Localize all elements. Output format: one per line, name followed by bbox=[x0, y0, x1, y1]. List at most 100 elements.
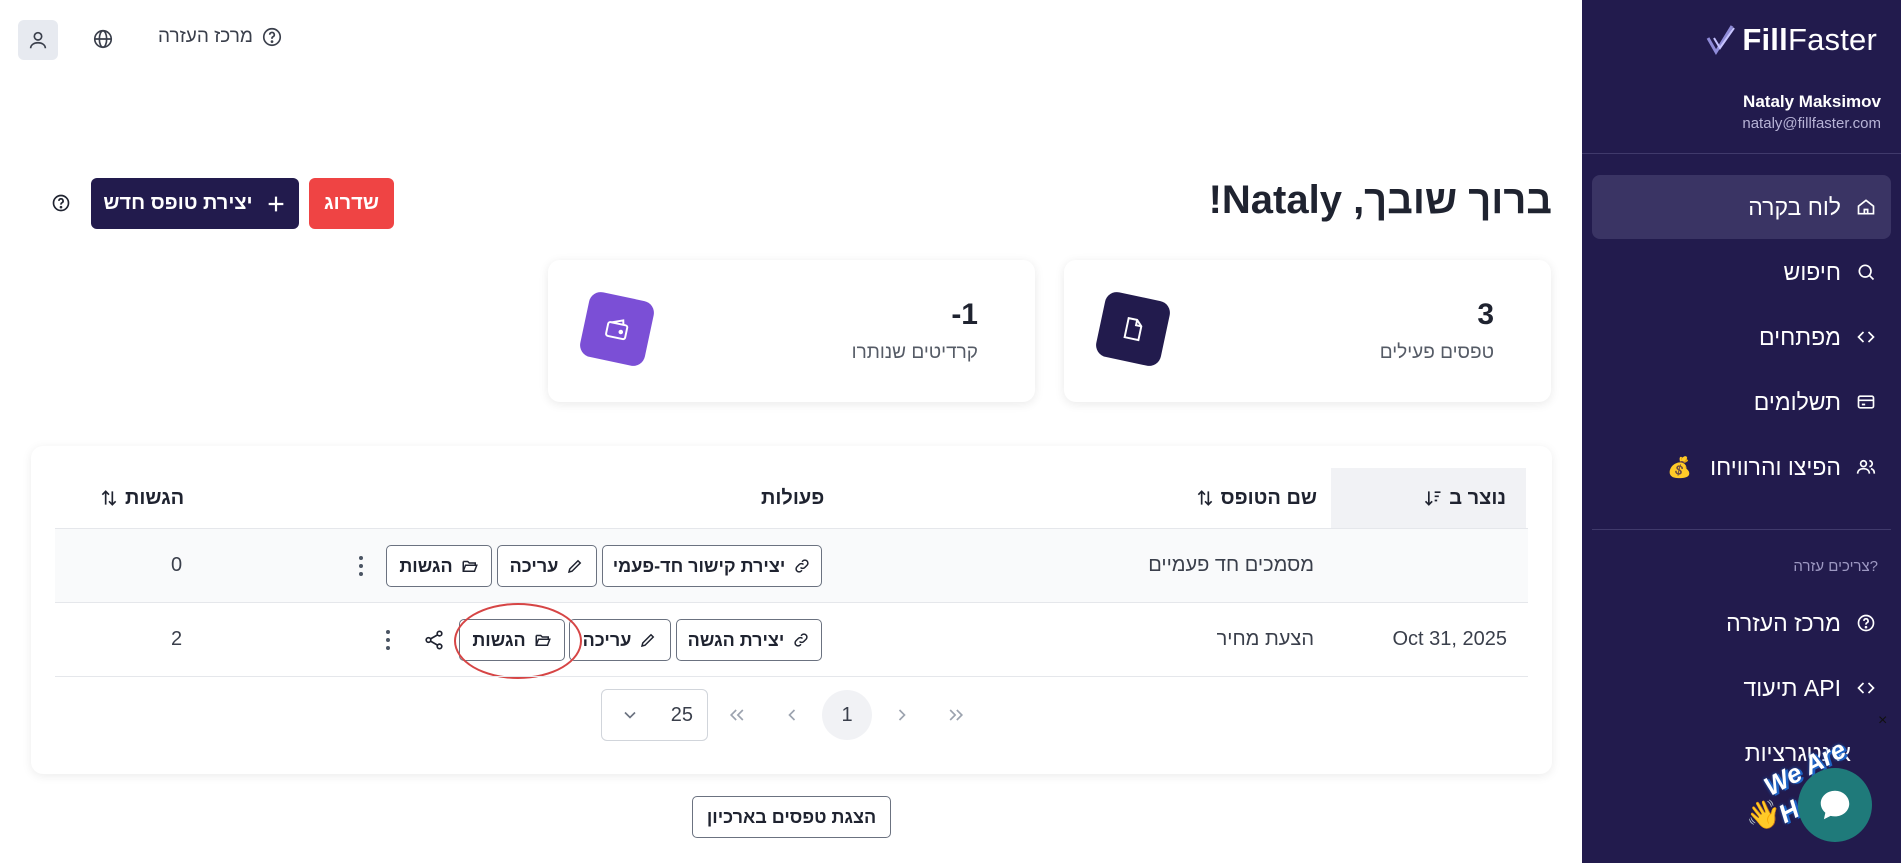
button-label: יצירת קישור חד-פעמי bbox=[612, 555, 786, 576]
create-form-button[interactable]: יצירת טופס חדש bbox=[91, 178, 299, 229]
user-icon bbox=[29, 31, 47, 49]
money-bag-emoji: 💰 bbox=[1667, 456, 1693, 479]
sort-desc-icon bbox=[1425, 491, 1441, 506]
column-header-label: פעולות bbox=[761, 486, 825, 509]
sidebar-item-dashboard[interactable]: לוח בקרה bbox=[1592, 175, 1891, 239]
chevron-down-icon bbox=[624, 711, 636, 719]
sidebar-item-referrals[interactable]: 💰 הפיצו והרוויחו bbox=[1592, 435, 1891, 499]
profile-button[interactable] bbox=[18, 20, 58, 60]
chat-close-button[interactable]: × bbox=[1878, 712, 1887, 730]
sidebar-item-api-docs[interactable]: תיעוד API bbox=[1592, 656, 1891, 720]
stat-label: קרדיטים שנותרו bbox=[851, 342, 978, 363]
show-archived-forms-button[interactable]: הצגת טפסים בארכיון bbox=[692, 796, 891, 838]
sidebar-item-label: לוח בקרה bbox=[1748, 193, 1841, 220]
chat-button[interactable] bbox=[1798, 768, 1872, 842]
more-options-icon[interactable] bbox=[383, 628, 393, 652]
fillfaster-logo[interactable]: FillFaster bbox=[1706, 22, 1877, 58]
sort-icon bbox=[101, 490, 117, 506]
code-icon bbox=[1855, 326, 1877, 348]
folder-open-icon bbox=[535, 634, 551, 646]
chevron-right-icon bbox=[898, 709, 906, 721]
form-name[interactable]: מסמכים חד פעמיים bbox=[1148, 554, 1314, 577]
previous-page-button[interactable] bbox=[882, 695, 922, 735]
submissions-button[interactable]: הגשות bbox=[459, 619, 565, 661]
button-label: הגשות bbox=[399, 555, 453, 576]
chevron-left-icon bbox=[788, 709, 796, 721]
logo-check-icon bbox=[1707, 25, 1736, 55]
user-email: nataly@fillfaster.com bbox=[1742, 115, 1881, 132]
created-date: Oct 31, 2025 bbox=[1392, 628, 1507, 650]
stat-value: -1 bbox=[951, 298, 978, 331]
column-header-label: נוצר ב bbox=[1449, 486, 1506, 509]
stat-value: 3 bbox=[1477, 298, 1494, 331]
stat-card-active-forms: 3 טפסים פעילים bbox=[1064, 260, 1551, 402]
page-title: ברוך שובך, Nataly! bbox=[1208, 178, 1552, 222]
create-submission-button[interactable]: יצירת הגשה bbox=[676, 619, 822, 661]
edit-button[interactable]: עריכה bbox=[497, 545, 597, 587]
chat-bubble-icon bbox=[1820, 790, 1850, 820]
stat-label: טפסים פעילים bbox=[1379, 342, 1494, 363]
sidebar-item-developers[interactable]: מפתחים bbox=[1592, 305, 1891, 369]
file-icon bbox=[1093, 289, 1173, 369]
first-page-button[interactable] bbox=[936, 695, 976, 735]
column-header-name[interactable]: שם הטופס bbox=[1195, 468, 1317, 528]
sidebar-item-label: תיעוד API bbox=[1743, 674, 1841, 701]
sort-icon bbox=[1197, 490, 1212, 506]
sidebar-item-label: חיפוש bbox=[1783, 258, 1841, 285]
column-header-label: הגשות bbox=[125, 486, 185, 509]
sidebar-item-label: מפתחים bbox=[1759, 323, 1841, 350]
credit-card-icon bbox=[1855, 391, 1877, 413]
create-one-time-link-button[interactable]: יצירת קישור חד-פעמי bbox=[602, 545, 822, 587]
last-page-button[interactable] bbox=[717, 695, 757, 735]
button-label: עריכה bbox=[509, 555, 559, 576]
more-options-icon[interactable] bbox=[356, 554, 366, 578]
pencil-icon bbox=[568, 559, 582, 574]
page-size-value: 25 bbox=[670, 703, 693, 726]
form-name[interactable]: הצעת מחיר bbox=[1217, 628, 1314, 651]
submissions-count: 2 bbox=[171, 628, 183, 650]
button-label: יצירת הגשה bbox=[687, 629, 785, 650]
wallet-icon bbox=[577, 289, 657, 369]
divider bbox=[55, 602, 1528, 603]
column-header-created[interactable]: נוצר ב bbox=[1331, 468, 1526, 528]
stat-card-credits: -1 קרדיטים שנותרו bbox=[548, 260, 1035, 402]
help-button[interactable] bbox=[50, 192, 72, 214]
column-header-actions: פעולות bbox=[761, 468, 824, 528]
search-icon bbox=[1855, 261, 1877, 283]
help-section-heading: צריכים עזרה? bbox=[1793, 558, 1878, 575]
globe-icon bbox=[93, 29, 113, 49]
current-page[interactable]: 1 bbox=[822, 690, 872, 740]
button-label: הגשות bbox=[472, 629, 526, 650]
create-form-label: יצירת טופס חדש bbox=[103, 192, 253, 214]
help-circle-icon bbox=[262, 27, 281, 47]
waving-hand-icon: 👋 bbox=[1746, 799, 1781, 830]
sidebar-item-help-center[interactable]: מרכז העזרה bbox=[1592, 591, 1891, 655]
sidebar-item-search[interactable]: חיפוש bbox=[1592, 240, 1891, 304]
sidebar-item-label: תשלומים bbox=[1753, 388, 1841, 415]
logo-text: FillFaster bbox=[1742, 22, 1877, 57]
pencil-icon bbox=[641, 633, 655, 648]
divider bbox=[55, 676, 1528, 677]
edit-button[interactable]: עריכה bbox=[569, 619, 671, 661]
button-label: עריכה bbox=[582, 629, 632, 650]
link-icon bbox=[795, 559, 809, 573]
link-icon bbox=[794, 633, 808, 647]
folder-open-icon bbox=[462, 560, 478, 572]
page-size-select[interactable]: 25 bbox=[601, 689, 708, 741]
next-page-button[interactable] bbox=[772, 695, 812, 735]
chevrons-right-icon bbox=[949, 709, 964, 721]
column-header-submissions[interactable]: הגשות bbox=[99, 468, 184, 528]
code-icon bbox=[1855, 677, 1877, 699]
divider bbox=[1592, 529, 1891, 530]
share-icon[interactable] bbox=[423, 629, 445, 651]
help-center-link[interactable]: מרכז העזרה bbox=[158, 26, 283, 48]
chevrons-left-icon bbox=[729, 709, 744, 721]
upgrade-button[interactable]: שדרוג bbox=[309, 178, 394, 229]
sidebar-item-label: מרכז העזרה bbox=[1726, 609, 1841, 636]
submissions-button[interactable]: הגשות bbox=[386, 545, 492, 587]
sidebar-item-payments[interactable]: תשלומים bbox=[1592, 370, 1891, 434]
help-center-label: מרכז העזרה bbox=[158, 26, 253, 47]
users-icon bbox=[1855, 456, 1877, 478]
language-button[interactable] bbox=[88, 24, 118, 54]
question-icon bbox=[52, 194, 70, 212]
